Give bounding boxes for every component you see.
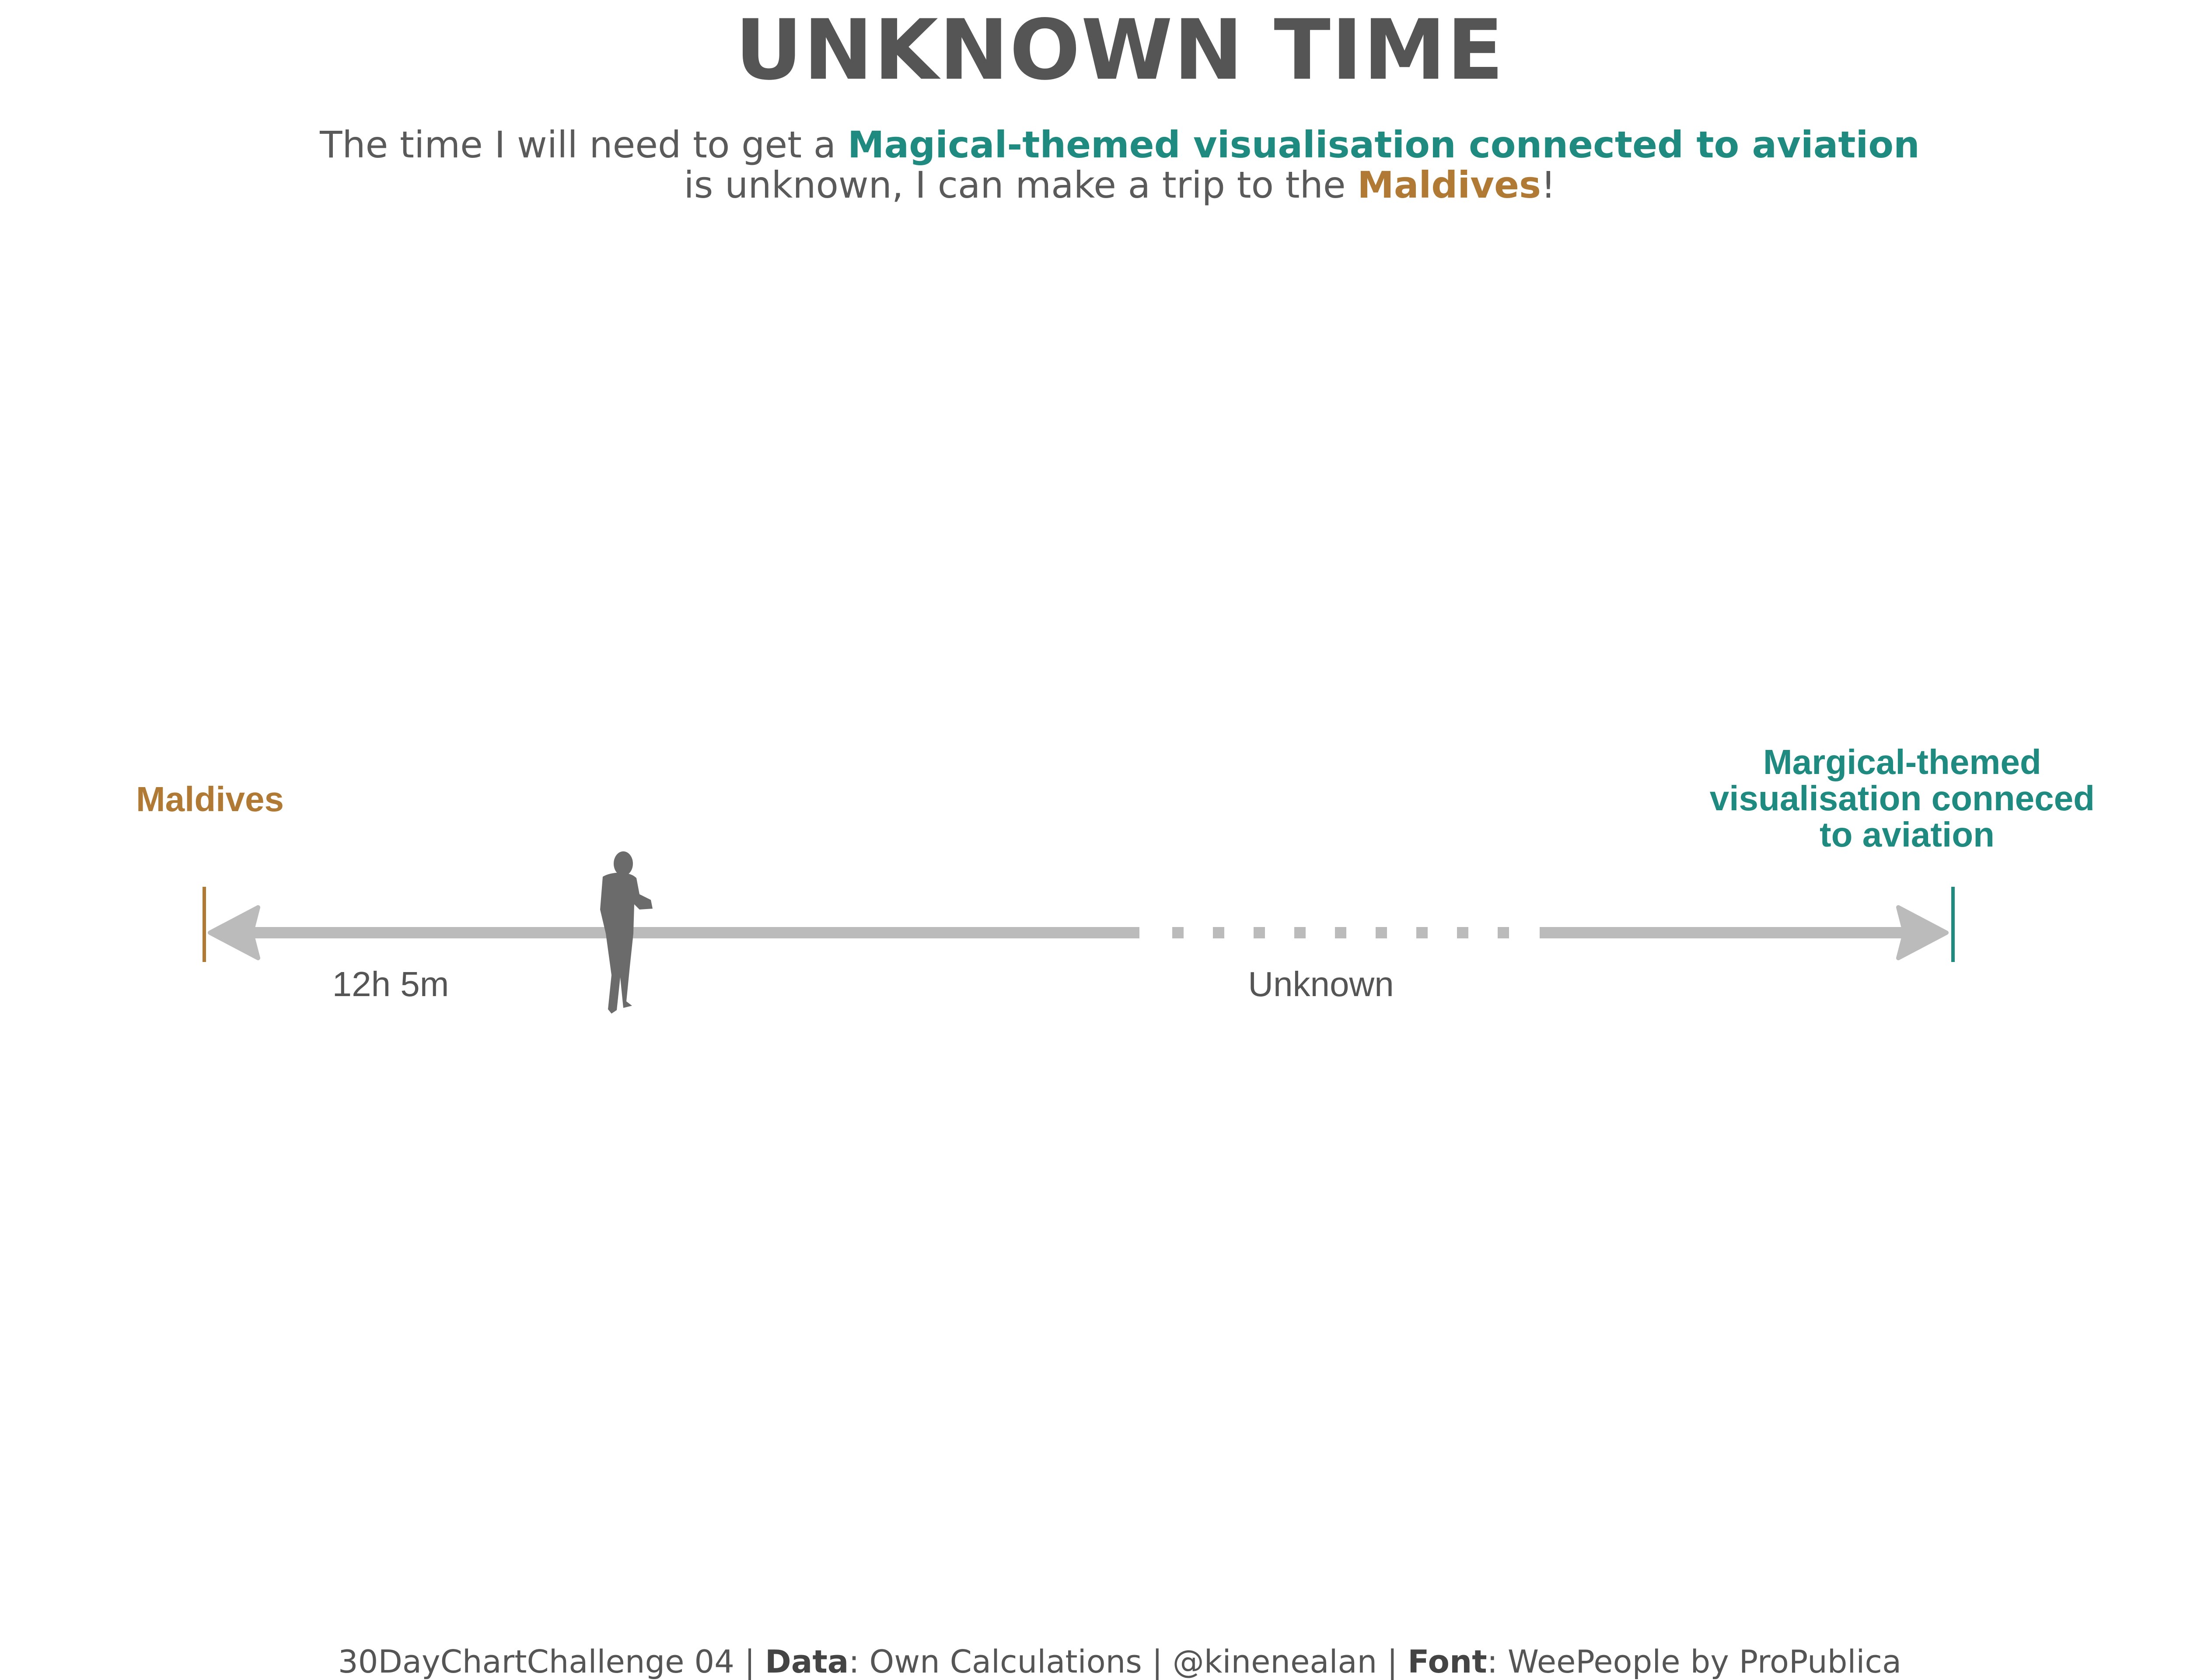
unknown-dot xyxy=(1376,927,1387,938)
timeline-chart: Maldives Margical-themed visualisation c… xyxy=(136,742,2105,1014)
unknown-dot xyxy=(1294,927,1306,938)
unknown-segment-dots xyxy=(1172,927,1509,938)
caption-font-label: Font xyxy=(1408,1643,1487,1680)
start-label: Maldives xyxy=(136,780,284,819)
caption-text-3: : WeePeople by ProPublica xyxy=(1487,1643,1902,1680)
caption-text-2: : Own Calculations | @kinenealan | xyxy=(849,1643,1408,1680)
end-label: Margical-themed visualisation conneced t… xyxy=(1710,742,2105,854)
left-arrowhead xyxy=(208,905,260,960)
unknown-dot xyxy=(1457,927,1468,938)
end-label-line-3: to aviation xyxy=(1820,815,1995,854)
unknown-dot xyxy=(1416,927,1428,938)
caption-data-label: Data xyxy=(765,1643,849,1680)
known-segment-label: 12h 5m xyxy=(332,965,449,1004)
unknown-segment-label: Unknown xyxy=(1248,965,1394,1004)
unknown-dot xyxy=(1213,927,1224,938)
caption-text-1: 30DayChartChallenge 04 | xyxy=(338,1643,765,1680)
unknown-dot xyxy=(1335,927,1346,938)
right-arrowhead xyxy=(1896,905,1949,960)
end-label-line-1: Margical-themed xyxy=(1763,742,2041,781)
unknown-dot xyxy=(1254,927,1265,938)
chart-caption: 30DayChartChallenge 04 | Data: Own Calcu… xyxy=(0,1644,2187,1679)
unknown-dot xyxy=(1498,927,1509,938)
end-label-line-2: visualisation conneced xyxy=(1710,779,2095,818)
unknown-dot xyxy=(1172,927,1184,938)
